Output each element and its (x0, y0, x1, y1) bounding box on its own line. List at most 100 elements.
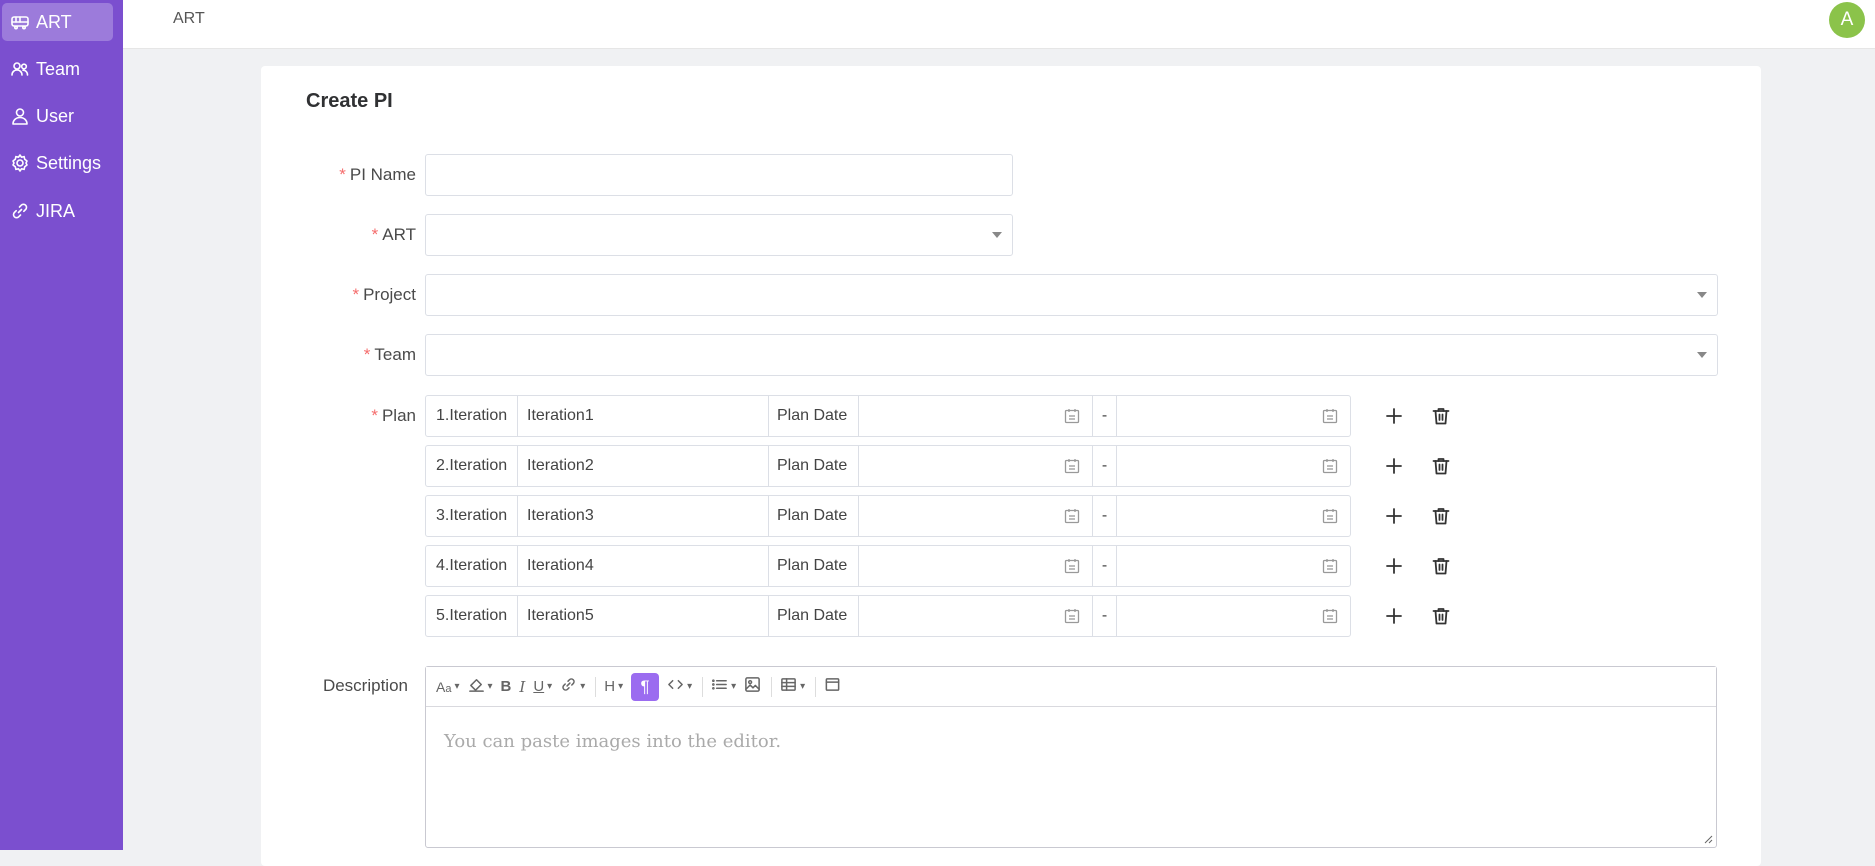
underline-button[interactable]: U ▾ (533, 673, 552, 701)
link-icon (10, 201, 30, 221)
table-button[interactable]: ▾ (780, 673, 805, 701)
underline-icon: U (533, 678, 545, 695)
breadcrumb[interactable]: ART (173, 10, 205, 28)
trash-icon (1431, 506, 1451, 526)
plus-icon (1384, 406, 1404, 426)
block-button[interactable] (824, 673, 841, 701)
color-button[interactable]: ▾ (468, 673, 493, 701)
iteration-name-input[interactable]: Iteration3 (518, 496, 769, 536)
iteration-name-input[interactable]: Iteration2 (518, 446, 769, 486)
add-iteration-button[interactable] (1382, 554, 1406, 578)
date-separator: - (1093, 496, 1117, 536)
chevron-down-icon: ▾ (580, 681, 586, 692)
heading-icon: H (604, 678, 616, 695)
italic-icon: I (519, 677, 526, 696)
toolbar-divider (771, 676, 773, 697)
trash-icon (1431, 406, 1451, 426)
image-icon (744, 676, 761, 697)
iteration-name-input[interactable]: Iteration5 (518, 596, 769, 636)
calendar-icon (1064, 558, 1080, 574)
add-iteration-button[interactable] (1382, 454, 1406, 478)
date-separator: - (1093, 546, 1117, 586)
plan-date-label: Plan Date (769, 496, 859, 536)
start-date-input[interactable] (859, 396, 1093, 436)
plan-date-label: Plan Date (769, 596, 859, 636)
code-icon (667, 676, 684, 697)
sidebar-item-label: Team (36, 58, 81, 79)
resize-handle-icon[interactable] (1703, 834, 1713, 844)
art-label: * ART (371, 225, 416, 244)
pi-name-input[interactable] (425, 154, 1013, 196)
delete-iteration-button[interactable] (1429, 504, 1453, 528)
calendar-icon (1064, 508, 1080, 524)
link-button[interactable]: ▾ (560, 673, 585, 701)
sidebar-item-user[interactable]: User (2, 97, 113, 135)
sidebar: ART Team User Settings JIRA (0, 0, 123, 850)
delete-iteration-button[interactable] (1429, 404, 1453, 428)
add-iteration-button[interactable] (1382, 604, 1406, 628)
art-select[interactable] (425, 214, 1013, 256)
plus-icon (1384, 506, 1404, 526)
chevron-down-icon (992, 232, 1002, 238)
avatar[interactable]: A (1829, 2, 1865, 38)
list-button[interactable]: ▾ (711, 673, 736, 701)
user-icon (10, 106, 30, 126)
bold-button[interactable]: B (501, 673, 512, 701)
plus-icon (1384, 606, 1404, 626)
start-date-input[interactable] (859, 596, 1093, 636)
plan-date-label: Plan Date (769, 546, 859, 586)
date-separator: - (1093, 596, 1117, 636)
start-date-input[interactable] (859, 546, 1093, 586)
iteration-index: 2.Iteration (426, 446, 518, 486)
iteration-name-input[interactable]: Iteration1 (518, 396, 769, 436)
calendar-icon (1322, 558, 1338, 574)
calendar-icon (1322, 408, 1338, 424)
image-button[interactable] (744, 673, 761, 701)
delete-iteration-button[interactable] (1429, 554, 1453, 578)
iteration-index: 4.Iteration (426, 546, 518, 586)
team-select[interactable] (425, 334, 1718, 376)
calendar-icon (1064, 608, 1080, 624)
font-size-button[interactable]: Aa ▾ (436, 673, 460, 701)
end-date-input[interactable] (1117, 396, 1350, 436)
sidebar-item-team[interactable]: Team (2, 50, 113, 88)
plan-label: * Plan (371, 406, 416, 425)
project-select[interactable] (425, 274, 1718, 316)
end-date-input[interactable] (1117, 496, 1350, 536)
italic-button[interactable]: I (519, 673, 525, 701)
sidebar-item-jira[interactable]: JIRA (2, 192, 113, 230)
add-iteration-button[interactable] (1382, 404, 1406, 428)
end-date-input[interactable] (1117, 546, 1350, 586)
start-date-input[interactable] (859, 496, 1093, 536)
iteration-index: 1.Iteration (426, 396, 518, 436)
delete-iteration-button[interactable] (1429, 454, 1453, 478)
font-size-icon: Aa (436, 678, 452, 695)
iteration-name-input[interactable]: Iteration4 (518, 546, 769, 586)
toolbar-divider (815, 676, 817, 697)
heading-button[interactable]: H ▾ (604, 673, 623, 701)
chevron-down-icon (1697, 352, 1707, 358)
editor-content[interactable]: You can paste images into the editor. (426, 707, 1716, 776)
code-button[interactable]: ▾ (667, 673, 692, 701)
start-date-input[interactable] (859, 446, 1093, 486)
end-date-input[interactable] (1117, 446, 1350, 486)
trash-icon (1431, 606, 1451, 626)
add-iteration-button[interactable] (1382, 504, 1406, 528)
end-date-input[interactable] (1117, 596, 1350, 636)
chevron-down-icon (1697, 292, 1707, 298)
editor-toolbar: Aa ▾ ▾ B I U ▾ ▾ H ▾ ¶ ▾ ▾ ▾ (426, 667, 1716, 707)
paragraph-button[interactable]: ¶ (631, 672, 660, 701)
trash-icon (1431, 456, 1451, 476)
gear-icon (10, 153, 30, 173)
block-icon (824, 676, 841, 697)
toolbar-divider (595, 676, 597, 697)
plus-icon (1384, 456, 1404, 476)
link-icon (560, 676, 577, 697)
delete-iteration-button[interactable] (1429, 604, 1453, 628)
sidebar-item-settings[interactable]: Settings (2, 144, 113, 182)
train-icon (10, 12, 30, 32)
bold-icon: B (500, 678, 512, 695)
sidebar-item-art[interactable]: ART (2, 3, 113, 41)
sidebar-item-label: JIRA (36, 200, 76, 221)
date-separator: - (1093, 396, 1117, 436)
